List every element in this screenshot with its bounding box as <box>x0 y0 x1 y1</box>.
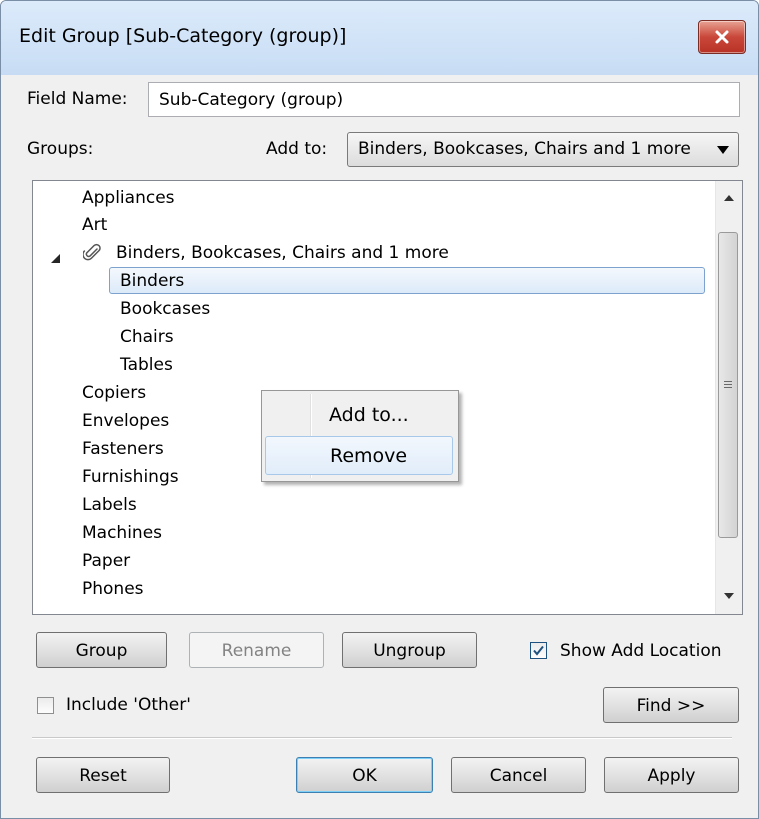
tree-item-furnishings[interactable]: Furnishings <box>82 467 179 487</box>
ok-button[interactable]: OK <box>296 757 433 793</box>
find-button[interactable]: Find >> <box>603 687 739 723</box>
show-add-location-checkbox[interactable] <box>530 642 547 659</box>
close-button[interactable] <box>698 20 746 54</box>
ungroup-button[interactable]: Ungroup <box>342 632 477 668</box>
include-other-checkbox[interactable] <box>37 697 54 714</box>
cancel-button[interactable]: Cancel <box>451 757 586 793</box>
dialog-body: Field Name: Groups: Add to: Binders, Boo… <box>7 75 752 812</box>
scroll-down-arrow-icon[interactable] <box>724 593 734 599</box>
tree-item-fasteners[interactable]: Fasteners <box>82 439 164 459</box>
edit-group-dialog: Edit Group [Sub-Category (group)] Field … <box>0 0 759 819</box>
group-button[interactable]: Group <box>36 632 167 668</box>
close-icon <box>715 30 729 44</box>
tree-item-phones[interactable]: Phones <box>82 579 144 599</box>
grip-line <box>724 387 732 388</box>
separator <box>32 737 732 739</box>
add-to-dropdown[interactable]: Binders, Bookcases, Chairs and 1 more <box>347 132 739 167</box>
reset-button[interactable]: Reset <box>36 757 170 793</box>
tree-item-art[interactable]: Art <box>82 215 107 235</box>
tree-item-appliances[interactable]: Appliances <box>82 188 175 208</box>
scrollbar-thumb[interactable] <box>718 232 738 538</box>
tree-item-tables[interactable]: Tables <box>120 355 173 375</box>
groups-tree[interactable]: Appliances Art Binders, Bookcases, Chair… <box>32 180 743 615</box>
paperclip-icon <box>83 243 101 261</box>
context-menu: Add to... Remove <box>261 390 459 482</box>
scroll-up-arrow-icon[interactable] <box>724 195 734 201</box>
field-name-input[interactable] <box>148 82 740 117</box>
add-to-label: Add to: <box>266 139 328 159</box>
menu-item-add-to[interactable]: Add to... <box>265 396 453 435</box>
tree-item-copiers[interactable]: Copiers <box>82 383 146 403</box>
selection-highlight <box>109 267 705 294</box>
add-to-selected: Binders, Bookcases, Chairs and 1 more <box>358 139 691 159</box>
apply-button[interactable]: Apply <box>604 757 739 793</box>
tree-item-labels[interactable]: Labels <box>82 495 137 515</box>
menu-item-label: Add to... <box>329 404 409 426</box>
tree-scrollbar[interactable] <box>715 181 742 614</box>
checkmark-icon <box>533 645 544 656</box>
dialog-title: Edit Group [Sub-Category (group)] <box>19 25 347 47</box>
tree-item-machines[interactable]: Machines <box>82 523 162 543</box>
groups-label: Groups: <box>27 139 94 159</box>
grip-line <box>724 384 732 385</box>
menu-item-label: Remove <box>330 445 408 467</box>
field-name-label: Field Name: <box>27 89 128 109</box>
menu-item-remove[interactable]: Remove <box>265 436 453 475</box>
collapse-triangle-icon[interactable] <box>51 254 60 263</box>
tree-item-group[interactable]: Binders, Bookcases, Chairs and 1 more <box>116 243 449 263</box>
tree-item-chairs[interactable]: Chairs <box>120 327 174 347</box>
show-add-location-label: Show Add Location <box>560 641 722 661</box>
tree-item-envelopes[interactable]: Envelopes <box>82 411 169 431</box>
chevron-down-icon <box>717 146 729 154</box>
tree-item-binders[interactable]: Binders <box>120 271 184 291</box>
title-bar: Edit Group [Sub-Category (group)] <box>1 1 758 75</box>
rename-button[interactable]: Rename <box>189 632 324 668</box>
grip-line <box>724 381 732 382</box>
tree-item-bookcases[interactable]: Bookcases <box>120 299 210 319</box>
include-other-label: Include 'Other' <box>66 695 191 715</box>
tree-item-paper[interactable]: Paper <box>82 551 130 571</box>
